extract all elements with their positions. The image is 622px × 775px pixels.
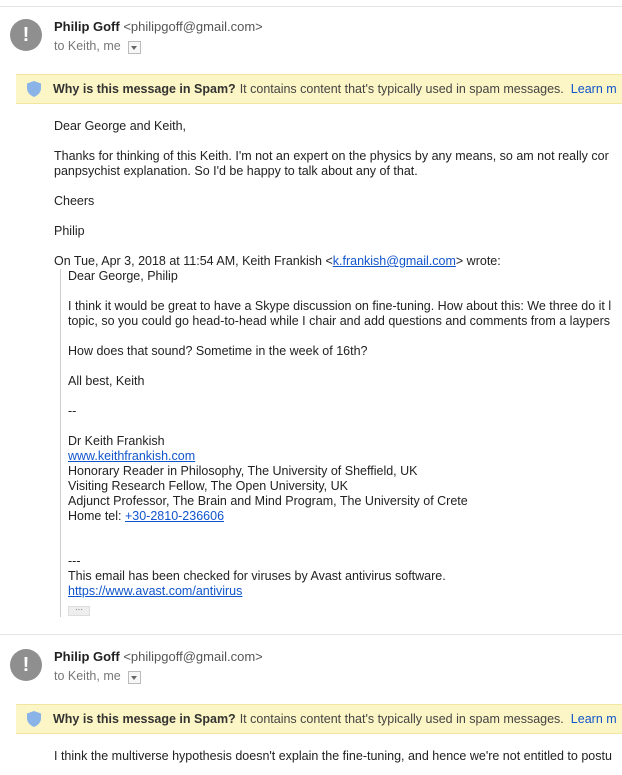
sender-name: Philip Goff	[54, 649, 120, 664]
body-line: I think the multiverse hypothesis doesn'…	[54, 749, 612, 763]
recipients-text: to Keith, me	[54, 39, 121, 53]
paragraph: Thanks for thinking of this Keith. I'm n…	[54, 149, 622, 179]
chevron-down-icon[interactable]	[127, 40, 141, 54]
paragraph-line: panpsychist explanation. So I'd be happy…	[54, 164, 418, 178]
sender-email: <philipgoff@gmail.com>	[123, 19, 263, 34]
alert-avatar-icon: !	[10, 649, 42, 681]
chevron-down-icon[interactable]	[127, 670, 141, 684]
quote-header-prefix: On Tue, Apr 3, 2018 at 11:54 AM, Keith F…	[54, 254, 333, 268]
quote-email-link[interactable]: k.frankish@gmail.com	[333, 254, 456, 268]
signature-line: Visiting Research Fellow, The Open Unive…	[68, 479, 348, 493]
quote-header-suffix: > wrote:	[455, 254, 501, 268]
sender[interactable]: Philip Goff <philipgoff@gmail.com>	[54, 19, 263, 34]
sender-email: <philipgoff@gmail.com>	[123, 649, 263, 664]
quote-line: topic, so you could go head-to-head whil…	[68, 314, 610, 328]
quote-closing: All best, Keith	[68, 374, 145, 388]
message-divider	[0, 634, 622, 635]
spam-question: Why is this message in Spam?	[53, 712, 236, 726]
shield-icon	[27, 711, 41, 727]
signature: Dr Keith Frankish www.keithfrankish.com …	[68, 434, 622, 524]
signoff: Philip	[54, 224, 85, 238]
sender-name: Philip Goff	[54, 19, 120, 34]
spam-question: Why is this message in Spam?	[53, 82, 236, 96]
spam-text: It contains content that's typically use…	[239, 82, 564, 96]
top-divider	[0, 6, 622, 7]
message-body: Dear George and Keith, Thanks for thinki…	[54, 119, 622, 617]
quote-question: How does that sound? Sometime in the wee…	[68, 344, 368, 358]
quote-header: On Tue, Apr 3, 2018 at 11:54 AM, Keith F…	[54, 254, 622, 269]
spam-banner: Why is this message in Spam? It contains…	[16, 704, 622, 734]
signature-line: Adjunct Professor, The Brain and Mind Pr…	[68, 494, 468, 508]
phone-link[interactable]: +30-2810-236606	[125, 509, 224, 523]
signature-name: Dr Keith Frankish	[68, 434, 165, 448]
quote-paragraph: I think it would be great to have a Skyp…	[68, 299, 622, 329]
quoted-message: Dear George, Philip I think it would be …	[60, 269, 622, 617]
show-trimmed-content-button[interactable]: ···	[68, 606, 90, 616]
recipients: to Keith, me	[54, 39, 141, 54]
spam-text: It contains content that's typically use…	[239, 712, 564, 726]
recipients: to Keith, me	[54, 669, 141, 684]
avast-text: This email has been checked for viruses …	[68, 569, 446, 583]
website-link[interactable]: www.keithfrankish.com	[68, 449, 195, 463]
signature-dashes: --	[68, 404, 77, 418]
paragraph-line: Thanks for thinking of this Keith. I'm n…	[54, 149, 609, 163]
separator: ---	[68, 554, 81, 568]
shield-icon	[27, 81, 41, 97]
home-tel: Home tel: +30-2810-236606	[68, 509, 622, 524]
cheers: Cheers	[54, 194, 95, 208]
quote-greeting: Dear George, Philip	[68, 269, 178, 283]
learn-more-link[interactable]: Learn m	[571, 82, 617, 96]
spam-banner: Why is this message in Spam? It contains…	[16, 74, 622, 104]
signature-line: Honorary Reader in Philosophy, The Unive…	[68, 464, 418, 478]
quote-line: I think it would be great to have a Skyp…	[68, 299, 612, 313]
message-body: I think the multiverse hypothesis doesn'…	[54, 749, 622, 764]
avast-link[interactable]: https://www.avast.com/antivirus	[68, 584, 242, 598]
learn-more-link[interactable]: Learn m	[571, 712, 617, 726]
recipients-text: to Keith, me	[54, 669, 121, 683]
sender[interactable]: Philip Goff <philipgoff@gmail.com>	[54, 649, 263, 664]
alert-avatar-icon: !	[10, 19, 42, 51]
home-tel-label: Home tel:	[68, 509, 125, 523]
greeting: Dear George and Keith,	[54, 119, 187, 133]
